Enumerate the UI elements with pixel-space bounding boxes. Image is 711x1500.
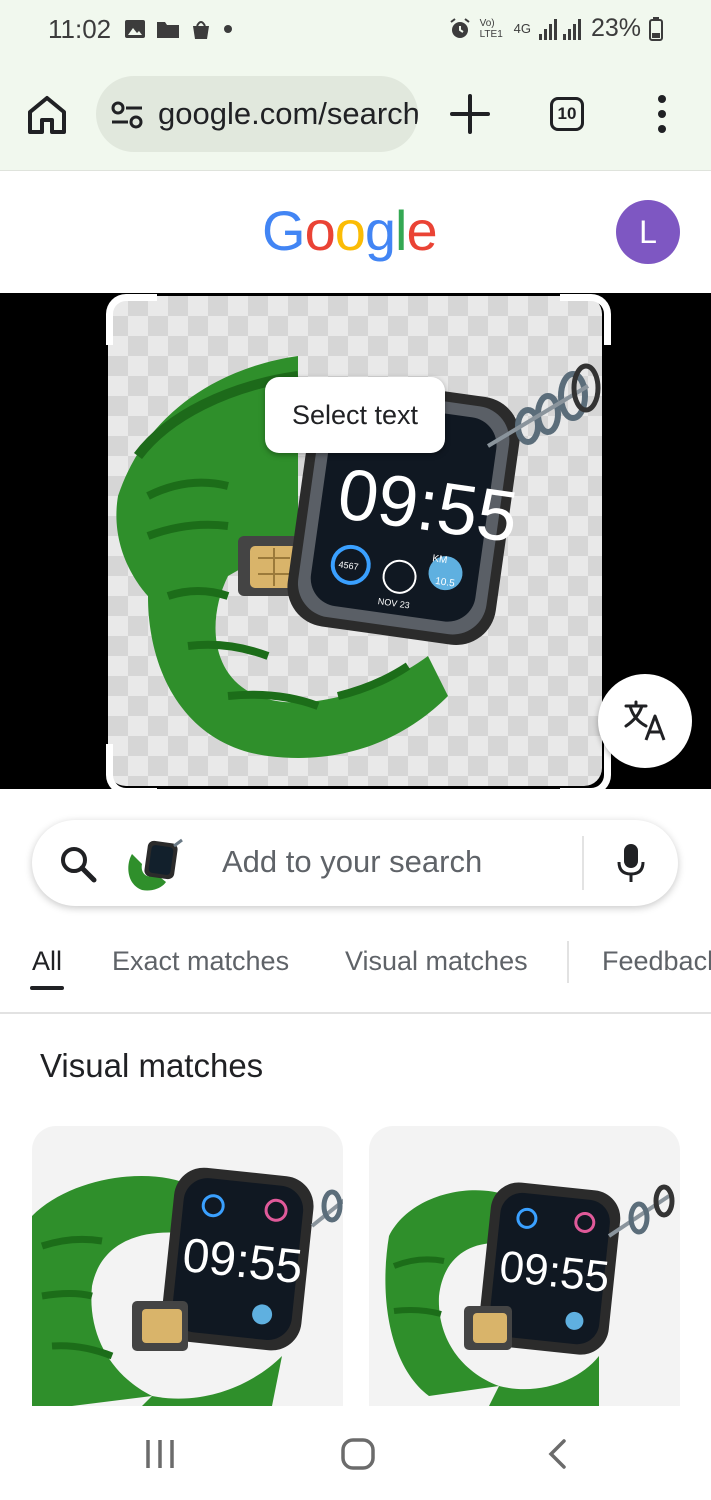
translate-button[interactable] <box>598 674 692 768</box>
lens-search-bar[interactable]: Add to your search <box>32 820 678 906</box>
logo-letter-o1: o <box>304 199 336 262</box>
volte-label: Vo) LTE1 <box>479 17 503 40</box>
tab-all[interactable]: All <box>32 946 62 977</box>
match-thumbnail: 09:55 <box>385 1182 675 1406</box>
watch-km-label: KM <box>432 553 448 566</box>
crop-corner-bottom-left[interactable] <box>106 744 157 795</box>
status-time: 11:02 <box>48 14 112 44</box>
url-text: google.com/search <box>158 96 418 131</box>
smartwatch-image: 09:55 KM 10.5 4567 NOV 23 <box>116 356 601 758</box>
signal-icon <box>538 18 581 40</box>
home-icon[interactable] <box>24 92 70 138</box>
crop-corner-top-right[interactable] <box>560 294 611 345</box>
recent-apps-icon[interactable] <box>144 1438 176 1470</box>
crop-corner-top-left[interactable] <box>106 294 157 345</box>
query-image-thumbnail[interactable] <box>122 834 184 894</box>
battery-icon <box>649 16 663 41</box>
select-text-button[interactable]: Select text <box>265 377 445 453</box>
tab-exact-matches[interactable]: Exact matches <box>112 946 289 977</box>
result-tabs: All Exact matches Visual matches Feedbac… <box>0 940 711 1014</box>
active-tab-indicator <box>30 986 64 990</box>
visual-match-card[interactable]: 09:55 <box>32 1126 343 1406</box>
alarm-icon <box>450 17 470 38</box>
network-label: 4G <box>513 21 531 36</box>
logo-letter-g: G <box>262 199 306 262</box>
logo-letter-g2: g <box>364 199 396 262</box>
search-divider <box>582 836 584 890</box>
folder-icon <box>157 22 179 38</box>
status-bar: 11:02 Vo) LTE1 4G 23% <box>0 0 711 58</box>
google-logo[interactable]: Google <box>262 198 438 263</box>
back-icon[interactable] <box>544 1438 572 1470</box>
microphone-icon[interactable] <box>616 842 646 884</box>
browser-toolbar: google.com/search 10 <box>0 58 711 171</box>
gallery-icon <box>125 20 145 38</box>
notification-icons <box>124 17 234 41</box>
logo-letter-e: e <box>406 199 437 262</box>
site-settings-icon[interactable] <box>110 100 144 130</box>
lens-selected-image[interactable]: 09:55 KM 10.5 4567 NOV 23 <box>108 296 602 786</box>
new-tab-icon[interactable] <box>448 92 492 136</box>
more-menu-icon[interactable] <box>650 94 674 134</box>
crop-corner-bottom-right[interactable] <box>560 744 611 795</box>
tab-feedback[interactable]: Feedback <box>602 946 711 977</box>
visual-match-card[interactable]: 09:55 <box>369 1126 680 1406</box>
tab-switcher-button[interactable]: 10 <box>550 97 584 131</box>
account-avatar[interactable]: L <box>616 200 680 264</box>
battery-text: 23% <box>590 14 641 42</box>
tabs-divider <box>567 941 569 983</box>
address-bar[interactable]: google.com/search <box>96 76 418 152</box>
logo-letter-l: l <box>395 199 407 262</box>
translate-icon <box>624 700 666 741</box>
shopping-bag-icon <box>193 21 209 39</box>
match-thumbnail: 09:55 <box>32 1167 343 1406</box>
system-nav-bar <box>0 1406 711 1500</box>
home-nav-icon[interactable] <box>340 1437 376 1471</box>
search-placeholder[interactable]: Add to your search <box>222 844 482 880</box>
dot-icon <box>224 25 232 33</box>
tab-visual-matches[interactable]: Visual matches <box>345 946 528 977</box>
search-icon[interactable] <box>58 844 98 884</box>
visual-matches-heading: Visual matches <box>40 1047 264 1084</box>
logo-letter-o2: o <box>334 199 366 262</box>
status-right: Vo) LTE1 4G 23% <box>448 14 663 43</box>
